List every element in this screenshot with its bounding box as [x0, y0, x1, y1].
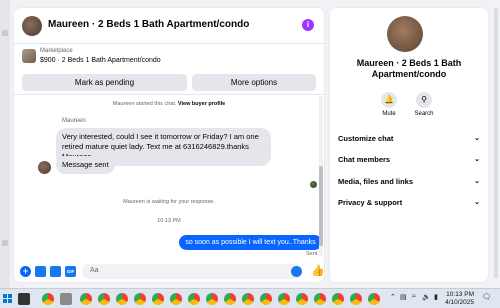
mark-as-pending-button[interactable]: Mark as pending [22, 74, 187, 91]
chrome-icon[interactable] [42, 293, 54, 305]
chevron-down-icon: ⌄ [474, 178, 480, 185]
avatar[interactable] [387, 16, 423, 52]
message-timestamp: 10:13 PM [157, 218, 181, 224]
listing-thumbnail [22, 49, 36, 63]
outgoing-message[interactable]: so soon as possible I will text you..Tha… [179, 235, 322, 250]
system-clock[interactable]: 10:13 PM 4/10/2025 [445, 291, 474, 307]
chat-started-text: Maureen started this chat. [112, 101, 177, 107]
chrome-icon[interactable] [80, 293, 92, 305]
chrome-icon[interactable] [116, 293, 128, 305]
mute-label: Mute [382, 111, 396, 117]
chrome-icon[interactable] [188, 293, 200, 305]
windows-start-icon[interactable] [3, 294, 13, 304]
conversation-name: Maureen · 2 Beds 1 Bath Apartment/condo [356, 58, 462, 79]
chrome-icon[interactable] [278, 293, 290, 305]
bell-icon: 🔔 [381, 92, 397, 108]
message-input-placeholder: Aa [90, 267, 99, 274]
collapsed-nav-icon[interactable] [2, 30, 8, 36]
notification-icon[interactable]: 🗨 [482, 293, 491, 301]
chrome-icon[interactable] [152, 293, 164, 305]
section-label: Privacy & support [338, 198, 403, 207]
chevron-down-icon: ⌄ [474, 199, 480, 206]
collapsed-nav-icon[interactable] [2, 240, 8, 246]
marketplace-listing[interactable]: Marketplace $900 · 2 Beds 1 Bath Apartme… [14, 44, 324, 70]
scrollbar-thumb[interactable] [319, 166, 323, 246]
waiting-notice: Maureen is waiting for your response. [123, 199, 215, 205]
chrome-icon[interactable] [206, 293, 218, 305]
incoming-message[interactable]: Message sent [56, 156, 115, 174]
section-media-files-links[interactable]: Media, files and links ⌄ [338, 177, 480, 186]
like-icon[interactable]: 👍 [311, 264, 324, 277]
mute-button[interactable]: 🔔 Mute [374, 92, 404, 117]
view-buyer-profile-link[interactable]: View buyer profile [178, 101, 225, 107]
message-composer: + GIF Aa 👍 [14, 262, 324, 282]
volume-icon[interactable]: 🔈 [422, 293, 431, 301]
section-label: Customize chat [338, 134, 394, 143]
chat-scrollbar[interactable] [319, 96, 323, 256]
network-icon[interactable]: ▤ [400, 293, 407, 301]
sent-status: Sent [306, 251, 318, 257]
section-label: Chat members [338, 155, 391, 164]
sticker-icon[interactable] [50, 266, 61, 277]
chrome-icon[interactable] [332, 293, 344, 305]
chrome-icon[interactable] [368, 293, 380, 305]
section-chat-members[interactable]: Chat members ⌄ [338, 155, 480, 164]
chat-panel: Maureen · 2 Beds 1 Bath Apartment/condo … [14, 8, 324, 282]
scrollbar-thumb[interactable] [494, 8, 498, 278]
gif-icon[interactable]: GIF [65, 266, 76, 277]
messenger-window: Maureen · 2 Beds 1 Bath Apartment/condo … [0, 0, 500, 308]
os-taskbar: ⌃ ▤ ≈ 🔈 ▮ 10:13 PM 4/10/2025 🗨 [0, 288, 500, 308]
app-icon[interactable] [60, 293, 72, 305]
chrome-icon[interactable] [170, 293, 182, 305]
chrome-icon[interactable] [314, 293, 326, 305]
wifi-icon[interactable]: ≈ [412, 293, 416, 300]
listing-price: $900 · 2 Beds 1 Bath Apartment/condo [40, 57, 161, 64]
chevron-down-icon: ⌄ [474, 135, 480, 142]
emoji-icon[interactable] [291, 266, 302, 277]
sender-name: Maureen [62, 118, 86, 124]
message-input[interactable]: Aa [82, 264, 302, 279]
plus-icon[interactable]: + [20, 266, 31, 277]
avatar[interactable] [38, 161, 51, 174]
chrome-icon[interactable] [260, 293, 272, 305]
clock-time: 10:13 PM [446, 291, 474, 298]
section-privacy-support[interactable]: Privacy & support ⌄ [338, 198, 480, 207]
chrome-icon[interactable] [350, 293, 362, 305]
page-scrollbar[interactable] [491, 0, 500, 288]
photo-icon[interactable] [35, 266, 46, 277]
avatar[interactable] [22, 16, 42, 36]
search-label: Search [414, 111, 434, 117]
tray-overflow-icon[interactable]: ⌃ [390, 293, 396, 301]
chrome-icon[interactable] [242, 293, 254, 305]
search-icon: ⚲ [416, 92, 432, 108]
task-view-icon[interactable] [18, 293, 30, 305]
search-button[interactable]: ⚲ Search [409, 92, 439, 117]
listing-label: Marketplace [40, 48, 73, 54]
clock-date: 4/10/2025 [445, 299, 474, 306]
chrome-icon[interactable] [134, 293, 146, 305]
chat-header: Maureen · 2 Beds 1 Bath Apartment/condo … [14, 8, 324, 44]
more-options-button[interactable]: More options [192, 74, 316, 91]
left-sidebar-strip [0, 0, 10, 288]
seen-avatar [310, 181, 317, 188]
chat-started-notice: Maureen started this chat. View buyer pr… [14, 101, 324, 107]
chat-details-panel: Maureen · 2 Beds 1 Bath Apartment/condo … [330, 8, 488, 282]
chat-title[interactable]: Maureen · 2 Beds 1 Bath Apartment/condo [48, 19, 249, 30]
battery-icon[interactable]: ▮ [434, 293, 438, 301]
section-customize-chat[interactable]: Customize chat ⌄ [338, 134, 480, 143]
section-label: Media, files and links [338, 177, 414, 186]
chevron-down-icon: ⌄ [474, 156, 480, 163]
divider [14, 94, 324, 95]
chrome-icon[interactable] [98, 293, 110, 305]
chrome-icon[interactable] [296, 293, 308, 305]
info-icon[interactable]: i [302, 19, 314, 31]
chrome-icon[interactable] [224, 293, 236, 305]
